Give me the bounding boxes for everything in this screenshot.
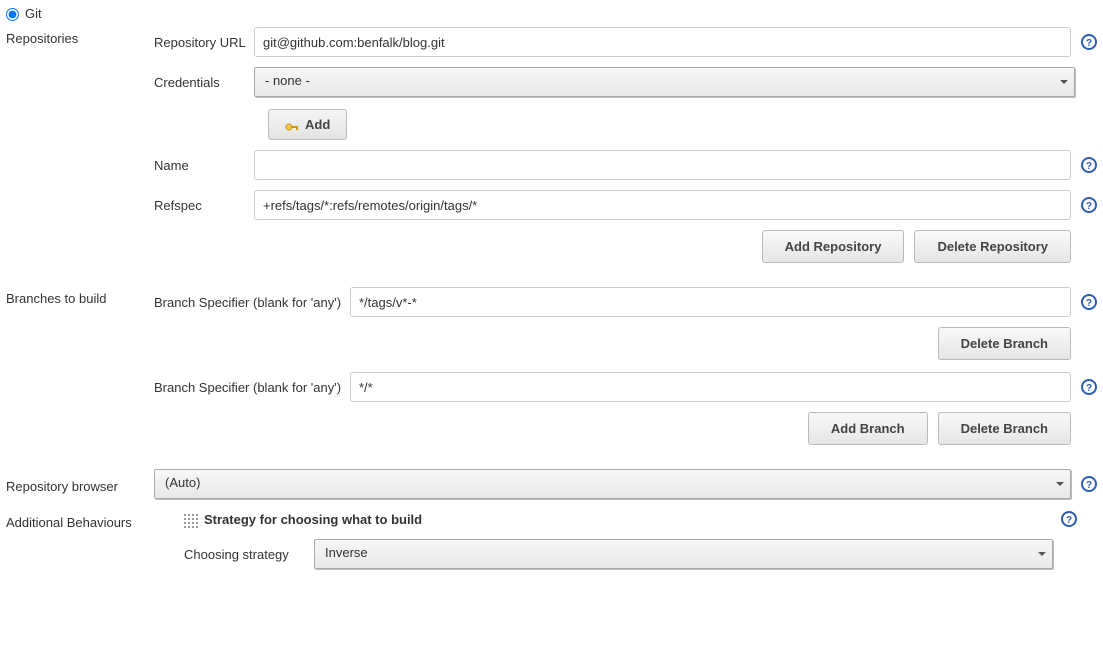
- repo-browser-section-label: Repository browser: [6, 475, 154, 494]
- add-branch-button[interactable]: Add Branch: [808, 412, 928, 445]
- refspec-input[interactable]: [254, 190, 1071, 220]
- add-repository-button[interactable]: Add Repository: [762, 230, 905, 263]
- choosing-strategy-select[interactable]: Inverse: [314, 539, 1053, 569]
- repository-url-input[interactable]: [254, 27, 1071, 57]
- svg-text:?: ?: [1086, 480, 1092, 491]
- branch-specifier-input-2[interactable]: [350, 372, 1071, 402]
- branches-section-label: Branches to build: [6, 287, 154, 306]
- branches-section: Branches to build Branch Specifier (blan…: [6, 287, 1097, 457]
- help-icon[interactable]: ?: [1081, 476, 1097, 492]
- repo-name-label: Name: [154, 150, 254, 173]
- help-icon[interactable]: ?: [1081, 379, 1097, 395]
- repository-url-label: Repository URL: [154, 27, 254, 50]
- repo-browser-select[interactable]: (Auto): [154, 469, 1071, 499]
- chevron-down-icon: [1056, 482, 1064, 486]
- help-icon[interactable]: ?: [1081, 294, 1097, 310]
- scm-git-radio-row: Git: [6, 6, 1097, 21]
- help-icon[interactable]: ?: [1081, 34, 1097, 50]
- delete-branch-button-1[interactable]: Delete Branch: [938, 327, 1071, 360]
- chevron-down-icon: [1060, 80, 1068, 84]
- svg-text:?: ?: [1086, 161, 1092, 172]
- help-icon[interactable]: ?: [1061, 511, 1077, 527]
- branch-specifier-input-1[interactable]: [350, 287, 1071, 317]
- branch-specifier-label-1: Branch Specifier (blank for 'any'): [154, 287, 350, 310]
- repo-browser-section: Repository browser (Auto) ?: [6, 469, 1097, 499]
- behaviours-section: Additional Behaviours Strategy for choos…: [6, 511, 1097, 569]
- drag-handle-icon[interactable]: [184, 514, 198, 528]
- credentials-select[interactable]: - none -: [254, 67, 1075, 97]
- chevron-down-icon: [1038, 552, 1046, 556]
- refspec-label: Refspec: [154, 190, 254, 213]
- strategy-title: Strategy for choosing what to build: [204, 512, 422, 527]
- scm-git-label: Git: [25, 6, 42, 21]
- branch-specifier-label-2: Branch Specifier (blank for 'any'): [154, 372, 350, 395]
- repo-browser-value: (Auto): [165, 475, 200, 490]
- repositories-section-label: Repositories: [6, 27, 154, 46]
- add-credentials-button[interactable]: Add: [268, 109, 347, 140]
- add-credentials-label: Add: [305, 117, 330, 132]
- svg-text:?: ?: [1086, 383, 1092, 394]
- help-icon[interactable]: ?: [1081, 157, 1097, 173]
- repo-name-input[interactable]: [254, 150, 1071, 180]
- repositories-section: Repositories Repository URL ? Credential…: [6, 27, 1097, 275]
- credentials-value: - none -: [265, 73, 310, 88]
- svg-text:?: ?: [1086, 38, 1092, 49]
- key-icon: [285, 120, 299, 130]
- help-icon[interactable]: ?: [1081, 197, 1097, 213]
- choosing-strategy-value: Inverse: [325, 545, 368, 560]
- svg-text:?: ?: [1086, 298, 1092, 309]
- behaviours-section-label: Additional Behaviours: [6, 511, 154, 530]
- svg-text:?: ?: [1066, 515, 1072, 526]
- scm-git-radio[interactable]: [6, 8, 19, 21]
- delete-repository-button[interactable]: Delete Repository: [914, 230, 1071, 263]
- svg-text:?: ?: [1086, 201, 1092, 212]
- credentials-label: Credentials: [154, 67, 254, 90]
- delete-branch-button-2[interactable]: Delete Branch: [938, 412, 1071, 445]
- choosing-strategy-label: Choosing strategy: [184, 547, 304, 562]
